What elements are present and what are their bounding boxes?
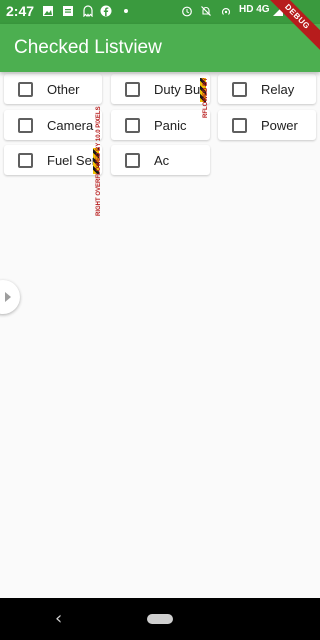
list-item-fuel-sensor[interactable]: Fuel Sen: [4, 145, 102, 175]
item-label: Other: [47, 82, 80, 97]
checkbox[interactable]: [125, 153, 140, 168]
overflow-warning-text: RIGHT OVERFLOWED BY 10.0 PIXELS: [96, 106, 102, 216]
list-item-duty-button[interactable]: Duty But: [111, 74, 210, 104]
facebook-icon: [100, 5, 112, 17]
photo-icon: [43, 6, 53, 16]
checkbox[interactable]: [125, 118, 140, 133]
item-label: Fuel Sen: [47, 153, 100, 168]
message-icon: [63, 6, 73, 16]
list-item-relay[interactable]: Relay: [218, 74, 316, 104]
back-icon[interactable]: ‹: [55, 608, 62, 629]
item-label: Panic: [154, 118, 187, 133]
checkbox[interactable]: [18, 153, 33, 168]
hotspot-icon: [221, 8, 231, 15]
item-label: Power: [261, 118, 298, 133]
list-item-panic[interactable]: Panic: [111, 110, 210, 140]
checkbox[interactable]: [125, 82, 140, 97]
checkbox[interactable]: [232, 82, 247, 97]
item-label: Relay: [261, 82, 295, 97]
item-label: Duty But: [154, 82, 204, 97]
alarm-icon: [182, 6, 192, 17]
dot-icon: [124, 9, 128, 13]
chevron-right-icon: [5, 292, 11, 302]
app-bar: Checked Listview: [0, 24, 320, 72]
list-item-power[interactable]: Power: [218, 110, 316, 140]
item-label: Ac: [154, 153, 170, 168]
network-type-label: HD 4G: [239, 4, 270, 15]
navigation-bar: ‹: [0, 598, 320, 640]
list-item-other[interactable]: Other: [4, 74, 102, 104]
checkbox[interactable]: [18, 118, 33, 133]
status-bar: 2:47 HD 4G: [0, 0, 320, 24]
mute-icon: [201, 6, 211, 16]
checkbox[interactable]: [18, 82, 33, 97]
list-item-camera[interactable]: Camera: [4, 110, 102, 140]
drawer-handle[interactable]: [0, 280, 20, 314]
overflow-warning-text: RFLOWED BY: [203, 77, 209, 118]
item-label: Camera: [47, 118, 94, 133]
list-item-ac[interactable]: Ac: [111, 145, 210, 175]
checkbox[interactable]: [232, 118, 247, 133]
ghost-icon: [83, 5, 93, 17]
app-title: Checked Listview: [14, 37, 162, 58]
home-pill-icon[interactable]: [147, 614, 173, 624]
status-time: 2:47: [6, 3, 35, 19]
